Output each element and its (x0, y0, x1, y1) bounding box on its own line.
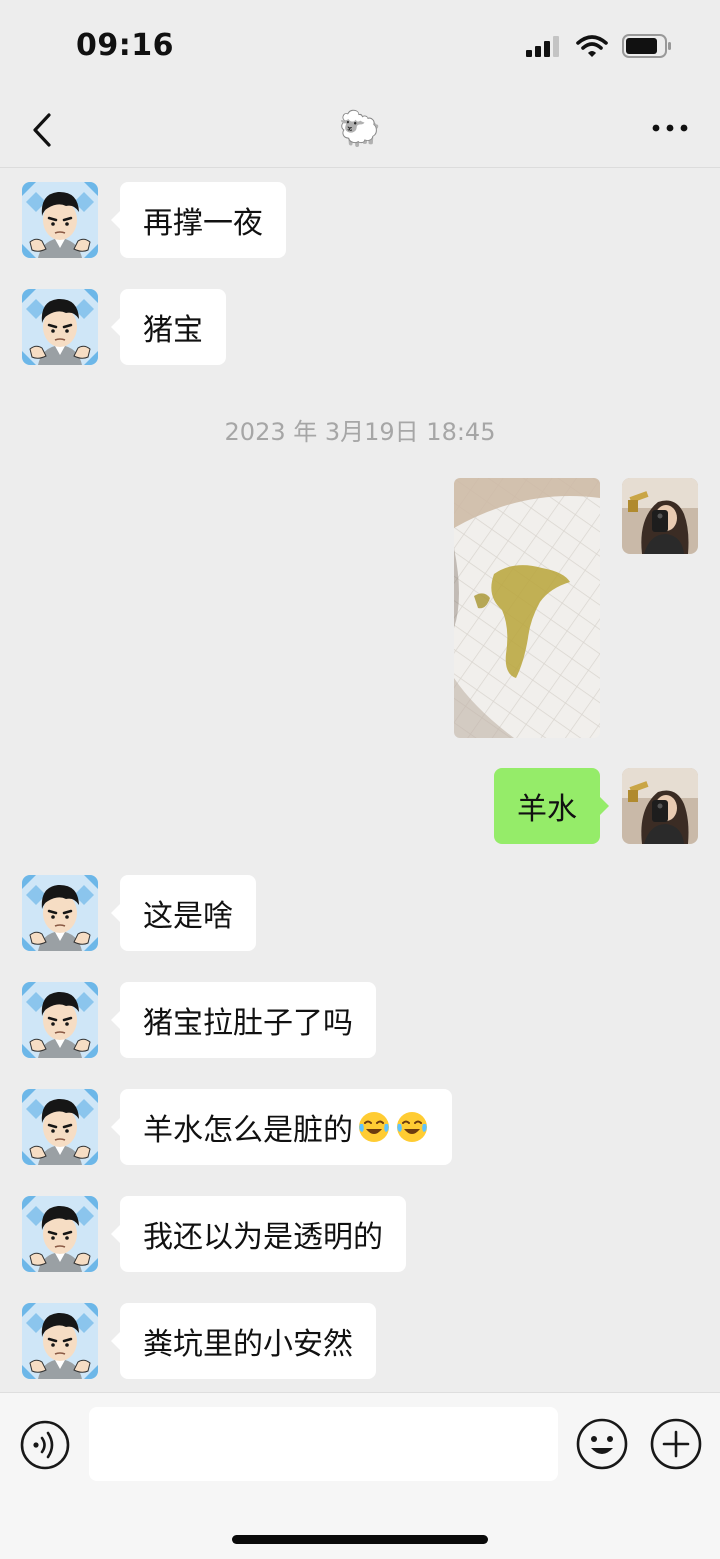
battery-icon (622, 34, 671, 58)
cellular-signal-icon (526, 36, 559, 57)
input-toolbar (0, 1392, 720, 1559)
smiley-icon (576, 1418, 628, 1470)
message-bubble[interactable]: 羊水 (494, 768, 609, 844)
voice-icon (20, 1420, 70, 1470)
message-bubble[interactable]: 羊水怎么是脏的 (111, 1089, 452, 1165)
contact-avatar[interactable] (22, 982, 98, 1058)
message-received: 再撑一夜 (22, 182, 286, 258)
message-bubble[interactable]: 这是啥 (111, 875, 256, 951)
message-received: 猪宝 (22, 289, 226, 365)
emoji-button[interactable] (576, 1418, 628, 1470)
message-timestamp: 2023 年 3月19日 18:45 (224, 418, 496, 446)
message-bubble[interactable]: 再撑一夜 (111, 182, 286, 258)
more-actions-button[interactable] (650, 1418, 702, 1470)
laughing-crying-emoji-icon (397, 1112, 427, 1142)
laughing-crying-emoji-icon (359, 1112, 389, 1142)
contact-avatar[interactable] (22, 289, 98, 365)
contact-avatar[interactable] (22, 1196, 98, 1272)
message-input[interactable] (89, 1407, 558, 1481)
message-received: 猪宝拉肚子了吗 (22, 982, 376, 1058)
message-sent-image (454, 478, 698, 738)
wifi-icon (576, 35, 608, 57)
voice-input-button[interactable] (20, 1420, 70, 1470)
my-avatar[interactable] (622, 768, 698, 844)
message-received: 这是啥 (22, 875, 256, 951)
status-time: 09:16 (76, 28, 174, 63)
message-bubble[interactable]: 我还以为是透明的 (111, 1196, 406, 1272)
sent-photo[interactable] (454, 478, 600, 738)
message-received: 粪坑里的小安然 (22, 1303, 376, 1379)
home-indicator (232, 1535, 488, 1544)
status-bar: 09:16 (0, 0, 720, 95)
contact-avatar[interactable] (22, 1089, 98, 1165)
message-text: 羊水怎么是脏的 (143, 1113, 353, 1148)
message-received: 我还以为是透明的 (22, 1196, 406, 1272)
chat-header: 🐑 (0, 95, 720, 168)
contact-avatar[interactable] (22, 875, 98, 951)
message-bubble[interactable]: 粪坑里的小安然 (111, 1303, 376, 1379)
more-options-button[interactable] (648, 113, 692, 143)
status-icons (526, 34, 672, 58)
plus-icon (650, 1418, 702, 1470)
contact-avatar[interactable] (22, 182, 98, 258)
message-bubble[interactable]: 猪宝拉肚子了吗 (111, 982, 376, 1058)
message-received: 羊水怎么是脏的 (22, 1089, 452, 1165)
contact-avatar[interactable] (22, 1303, 98, 1379)
message-sent: 羊水 (494, 768, 698, 844)
more-dots-icon (652, 124, 688, 132)
message-bubble[interactable]: 猪宝 (111, 289, 226, 365)
my-avatar[interactable] (622, 478, 698, 554)
chat-title: 🐑 (338, 109, 382, 149)
